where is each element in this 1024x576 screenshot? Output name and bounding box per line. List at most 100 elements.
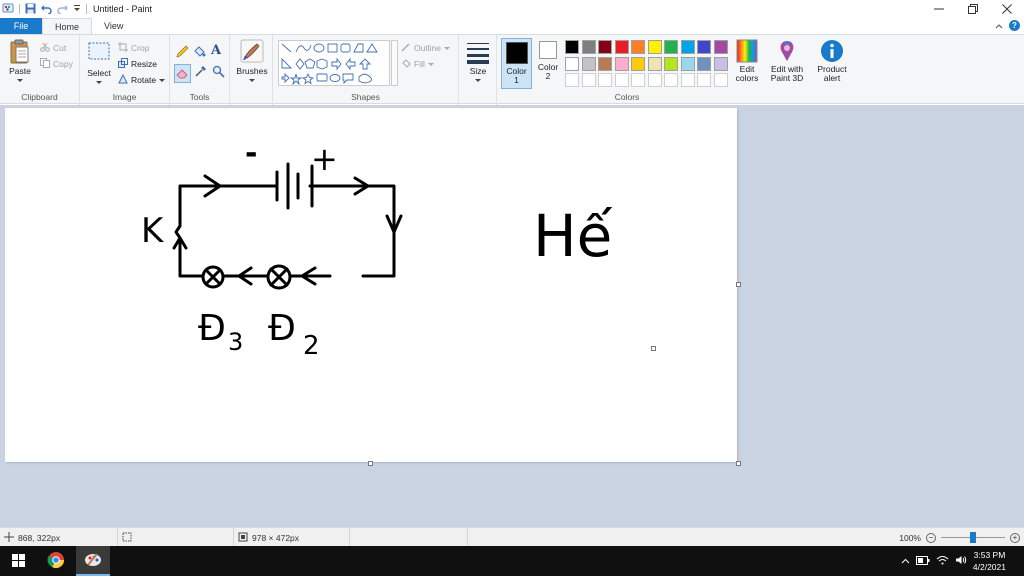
palette-swatch[interactable] bbox=[598, 40, 612, 54]
shapes-gallery-scroll[interactable] bbox=[391, 40, 398, 86]
canvas-resize-handle-corner[interactable] bbox=[736, 461, 741, 466]
taskbar-chrome[interactable] bbox=[40, 546, 72, 576]
paste-icon bbox=[9, 39, 31, 67]
chevron-down-icon bbox=[17, 76, 23, 85]
edit-colors-button[interactable]: Edit colors bbox=[732, 39, 762, 83]
palette-swatch[interactable] bbox=[697, 56, 711, 71]
rotate-icon bbox=[118, 73, 128, 86]
copy-button[interactable]: Copy bbox=[40, 58, 73, 70]
cut-button[interactable]: Cut bbox=[40, 42, 66, 54]
start-button[interactable] bbox=[0, 546, 36, 576]
edit-with-paint3d-button[interactable]: Edit with Paint 3D bbox=[768, 39, 806, 83]
collapse-ribbon-icon[interactable] bbox=[995, 21, 1003, 31]
palette-swatch[interactable] bbox=[581, 56, 596, 71]
palette-custom-slot[interactable] bbox=[631, 73, 645, 87]
fill-button[interactable]: Fill bbox=[401, 58, 434, 70]
palette-swatch[interactable] bbox=[680, 56, 695, 71]
zoom-in-button[interactable]: + bbox=[1010, 532, 1020, 543]
save-icon[interactable] bbox=[25, 3, 36, 16]
taskbar-clock[interactable]: 3:53 PM 4/2/2021 bbox=[973, 549, 1006, 573]
taskbar-paint[interactable] bbox=[76, 546, 110, 576]
undo-icon[interactable] bbox=[41, 3, 52, 16]
help-icon[interactable]: ? bbox=[1009, 20, 1020, 31]
tab-file[interactable]: File bbox=[0, 18, 42, 34]
drawing-canvas[interactable]: K - + Đ 3 Đ 2 Hế bbox=[5, 108, 737, 462]
palette-swatch[interactable] bbox=[565, 56, 579, 71]
redo-icon[interactable] bbox=[57, 3, 68, 16]
size-button[interactable]: Size bbox=[464, 39, 492, 85]
pencil-icon[interactable] bbox=[176, 45, 189, 60]
paste-button[interactable]: Paste bbox=[6, 39, 34, 85]
palette-swatch[interactable] bbox=[647, 56, 662, 71]
tab-home[interactable]: Home bbox=[42, 18, 93, 34]
zoom-slider[interactable] bbox=[941, 528, 1005, 547]
resize-button[interactable]: Resize bbox=[118, 58, 157, 70]
color-picker-icon[interactable] bbox=[194, 65, 207, 80]
color1-button[interactable]: Color 1 bbox=[501, 38, 532, 89]
outline-button[interactable]: Outline bbox=[401, 42, 450, 54]
size-group: Size bbox=[459, 35, 497, 105]
palette-swatch[interactable] bbox=[581, 40, 596, 54]
restore-button[interactable] bbox=[956, 0, 990, 18]
palette-swatch[interactable] bbox=[598, 56, 612, 71]
palette-custom-slot[interactable] bbox=[664, 73, 678, 87]
palette-custom-slot[interactable] bbox=[614, 73, 629, 87]
palette-custom-slot[interactable] bbox=[581, 73, 596, 87]
text-tool-icon[interactable]: A bbox=[211, 43, 221, 58]
palette-swatch[interactable] bbox=[614, 56, 629, 71]
label-k: K bbox=[141, 211, 165, 251]
volume-icon[interactable] bbox=[955, 555, 967, 567]
selection-icon bbox=[122, 532, 132, 544]
canvas-resize-handle-right[interactable] bbox=[736, 282, 741, 287]
palette-swatch[interactable] bbox=[631, 56, 645, 71]
eraser-icon[interactable] bbox=[174, 64, 191, 83]
palette-custom-slot[interactable] bbox=[680, 73, 695, 87]
cut-label: Cut bbox=[53, 43, 67, 53]
palette-swatch[interactable] bbox=[631, 40, 645, 54]
palette-swatch[interactable] bbox=[713, 40, 728, 54]
palette-swatch[interactable] bbox=[713, 56, 728, 71]
copy-icon bbox=[40, 58, 50, 70]
close-button[interactable] bbox=[990, 0, 1024, 18]
quick-access-toolbar bbox=[0, 0, 87, 18]
product-alert-button[interactable]: Product alert bbox=[814, 39, 850, 83]
zoom-slider-thumb[interactable] bbox=[970, 532, 976, 543]
crop-button[interactable]: Crop bbox=[118, 42, 149, 54]
palette-custom-slot[interactable] bbox=[713, 73, 728, 87]
palette-swatch[interactable] bbox=[565, 40, 579, 54]
fill-bucket-icon[interactable] bbox=[193, 45, 206, 60]
canvas-size-icon bbox=[238, 532, 248, 544]
palette-custom-slot[interactable] bbox=[647, 73, 662, 87]
color2-button[interactable]: Color 2 bbox=[534, 41, 562, 81]
customize-qat-icon[interactable] bbox=[73, 4, 81, 14]
palette-custom-slot[interactable] bbox=[565, 73, 579, 87]
palette-custom-slot[interactable] bbox=[598, 73, 612, 87]
brushes-button[interactable]: Brushes bbox=[235, 39, 269, 85]
chevron-up-icon[interactable] bbox=[901, 556, 910, 566]
palette-swatch[interactable] bbox=[664, 40, 678, 54]
chevron-down-icon bbox=[96, 78, 102, 87]
tab-view[interactable]: View bbox=[92, 18, 135, 34]
zoom-out-button[interactable]: − bbox=[926, 532, 936, 543]
paint-app-icon[interactable] bbox=[2, 2, 14, 16]
shapes-gallery[interactable] bbox=[278, 40, 390, 86]
palette-swatch[interactable] bbox=[697, 40, 711, 54]
minimize-button[interactable] bbox=[922, 0, 956, 18]
palette-swatch[interactable] bbox=[680, 40, 695, 54]
fill-icon bbox=[401, 58, 411, 70]
canvas-drawing: K - + Đ 3 Đ 2 Hế bbox=[141, 136, 613, 361]
magnifier-icon[interactable] bbox=[212, 65, 225, 80]
palette-swatch[interactable] bbox=[664, 56, 678, 71]
file-size-cell bbox=[350, 528, 468, 547]
canvas-resize-handle-bottom[interactable] bbox=[368, 461, 373, 466]
window-controls bbox=[922, 0, 1024, 18]
rotate-button[interactable]: Rotate bbox=[118, 73, 166, 86]
paint-icon bbox=[84, 550, 102, 570]
palette-swatch[interactable] bbox=[614, 40, 629, 54]
rotate-label: Rotate bbox=[131, 75, 157, 85]
palette-swatch[interactable] bbox=[647, 40, 662, 54]
wifi-icon[interactable] bbox=[936, 555, 949, 567]
palette-custom-slot[interactable] bbox=[697, 73, 711, 87]
battery-icon[interactable] bbox=[915, 555, 930, 567]
select-button[interactable]: Select bbox=[85, 39, 113, 87]
